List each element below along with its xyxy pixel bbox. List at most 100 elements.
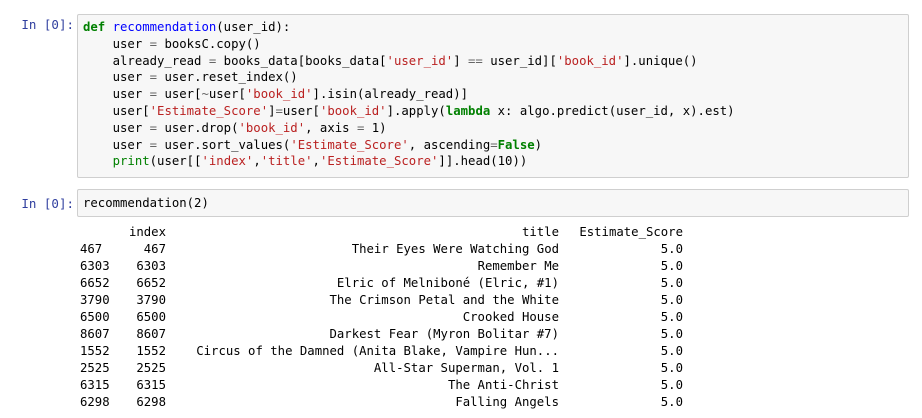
code-token: user.reset_index() [157,70,298,85]
row-label: 6315 [80,378,110,392]
code-token: = [275,103,283,118]
row-index: 6652 [136,276,166,290]
code-token: = [490,137,498,152]
code-text[interactable]: def recommendation(user_id): user = book… [78,15,908,174]
row-estimate-score: 5.0 [660,259,683,273]
row-estimate-score: 5.0 [660,378,683,392]
code-editor[interactable]: recommendation(2) [77,189,909,217]
row-title: Crooked House [462,310,559,324]
code-token: ].isin(already_read)] [312,87,469,102]
cell-prompt: In [0]: [21,196,74,211]
code-token: 'book_id' [245,87,313,102]
output-row: 1552 1552 Circus of the Damned (Anita Blak… [80,343,683,360]
row-estimate-score: 5.0 [660,276,683,290]
code-token: user.sort_values( [157,137,291,152]
code-token: (user_id): [216,20,291,34]
output-row: 2525 2525 All-Star Superman, Vol. 1 5.0 [80,360,683,377]
row-title: The Crimson Petal and the White [329,293,559,307]
code-token: ] [453,53,468,68]
code-token: booksC.copy() [157,36,261,51]
code-token: x: algo.predict(user_id, x).est) [490,103,735,118]
row-label: 6303 [80,259,110,273]
row-index: 6298 [136,395,166,409]
row-title: Darkest Fear (Myron Bolitar #7) [329,327,559,341]
code-token: user_id][ [482,53,557,68]
row-index: 1552 [136,344,166,358]
header-title: title [521,225,559,239]
row-estimate-score: 5.0 [660,293,683,307]
row-label: 8607 [80,327,110,341]
row-estimate-score: 5.0 [660,310,683,324]
code-token: user [83,137,150,152]
code-editor[interactable]: def recommendation(user_id): user = book… [77,14,909,178]
output-row: 467 467 Their Eyes Were Watching God 5.0 [80,241,683,258]
code-token: = [149,87,158,102]
code-token: 1) [364,120,387,135]
row-label: 3790 [80,293,110,307]
header-row-index [80,224,128,241]
code-token: , axis [305,120,357,135]
code-token: lambda [445,103,491,118]
row-label: 2525 [80,361,110,375]
code-token: user [83,36,150,51]
code-token: books_data[books_data[ [216,53,387,68]
output-row: 6652 6652 Elric of Melniboné (Elric, #1) 5.… [80,275,683,292]
code-token: == [468,53,483,68]
code-token: ].apply( [386,103,446,118]
row-estimate-score: 5.0 [660,327,683,341]
row-title: The Anti-Christ [447,378,559,392]
row-label: 467 [80,242,103,256]
code-token: user [83,87,150,102]
code-token: , [253,154,261,169]
row-index: 467 [143,242,166,256]
code-token: , ascending [408,137,491,152]
code-token: = [149,137,158,152]
code-token: user.drop( [157,120,239,135]
code-token: user[ [157,87,202,102]
row-index: 6315 [136,378,166,392]
row-title: Elric of Melniboné (Elric, #1) [336,276,559,290]
notebook: In [0]: def recommendation(user_id): use… [0,0,922,418]
code-token: ].unique() [623,53,698,68]
code-token: (user[[ [149,154,202,169]
code-token: already_read [83,53,209,68]
output-header: index title Estimate_Score [80,224,683,241]
row-label: 6500 [80,310,110,324]
code-token: = [149,36,158,51]
code-token: 'book_id' [238,120,306,135]
row-index: 6500 [136,310,166,324]
output-row: 6298 6298 Falling Angels 5.0 [80,394,683,411]
row-title: Circus of the Damned (Anita Blake, Vampi… [196,344,559,358]
code-token: user [83,120,150,135]
code-token: ) [534,137,543,152]
code-token: = [149,120,158,135]
output-row: 6315 6315 The Anti-Christ 5.0 [80,377,683,394]
code-token: 'book_id' [319,103,387,118]
code-token: 'Estimate_Score' [319,154,439,169]
code-text[interactable]: recommendation(2) [78,190,908,216]
row-title: Their Eyes Were Watching God [351,242,559,256]
row-estimate-score: 5.0 [660,242,683,256]
row-index: 2525 [136,361,166,375]
row-index: 6303 [136,259,166,273]
code-token: recommendation [112,20,217,34]
output-row: 3790 3790 The Crimson Petal and the White 5… [80,292,683,309]
cell-prompt: In [0]: [21,17,74,32]
row-title: All-Star Superman, Vol. 1 [373,361,559,375]
row-title: Remember Me [477,259,559,273]
code-token: user[ [208,87,246,102]
output-row: 8607 8607 Darkest Fear (Myron Bolitar #7) 5… [80,326,683,343]
row-estimate-score: 5.0 [660,344,683,358]
code-token: 'index' [201,154,254,169]
code-token: 'title' [260,154,313,169]
code-token: 'book_id' [556,53,624,68]
code-token: 'Estimate_Score' [290,137,409,152]
code-token: ] [268,103,276,118]
code-token: recommendation(2) [83,196,209,210]
row-index: 8607 [136,327,166,341]
output-row: 6303 6303 Remember Me 5.0 [80,258,683,275]
row-label: 6298 [80,395,110,409]
code-token: 'Estimate_Score' [149,103,269,118]
code-token: user[ [282,103,320,118]
